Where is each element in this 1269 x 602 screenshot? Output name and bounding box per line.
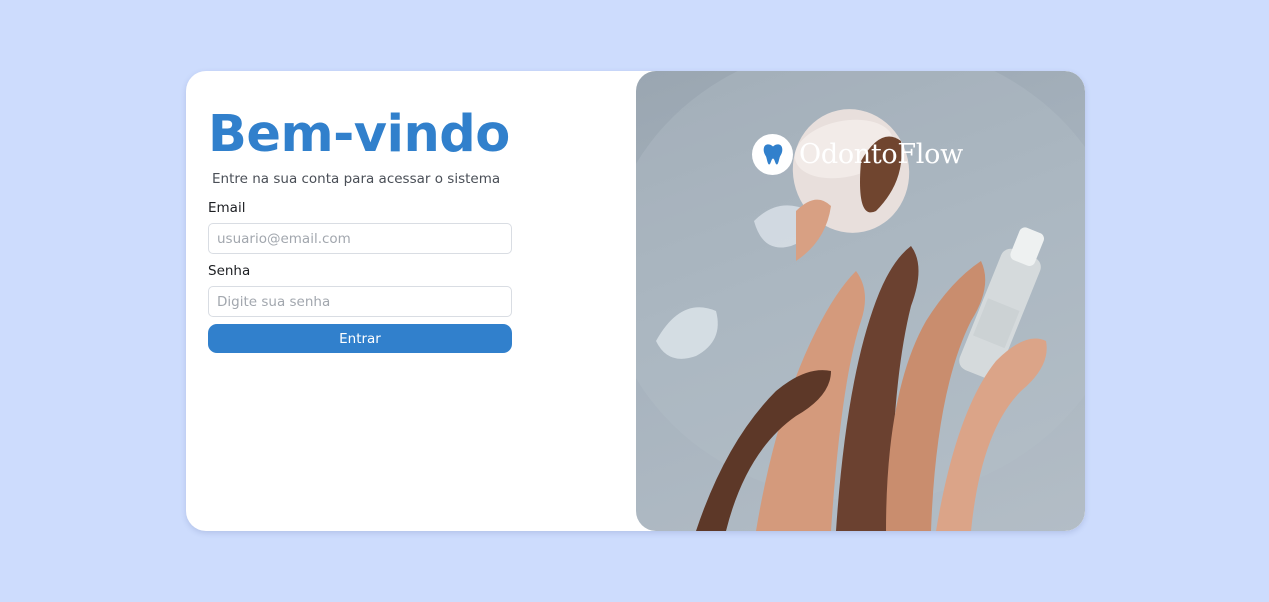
email-field[interactable] bbox=[208, 223, 512, 254]
login-card: Bem-vindo Entre na sua conta para acessa… bbox=[186, 71, 1085, 531]
brand-logo: OdontoFlow bbox=[752, 133, 963, 175]
password-field[interactable] bbox=[208, 286, 512, 317]
tooth-icon bbox=[752, 133, 793, 175]
brand-name: OdontoFlow bbox=[799, 138, 963, 170]
login-button[interactable]: Entrar bbox=[208, 324, 512, 353]
page-title: Bem-vindo bbox=[208, 105, 510, 164]
email-label: Email bbox=[208, 200, 246, 216]
page-subtitle: Entre na sua conta para acessar o sistem… bbox=[212, 171, 501, 187]
hero-image-panel: OdontoFlow bbox=[636, 71, 1085, 531]
password-label: Senha bbox=[208, 263, 251, 279]
login-form-panel: Bem-vindo Entre na sua conta para acessa… bbox=[186, 71, 636, 531]
